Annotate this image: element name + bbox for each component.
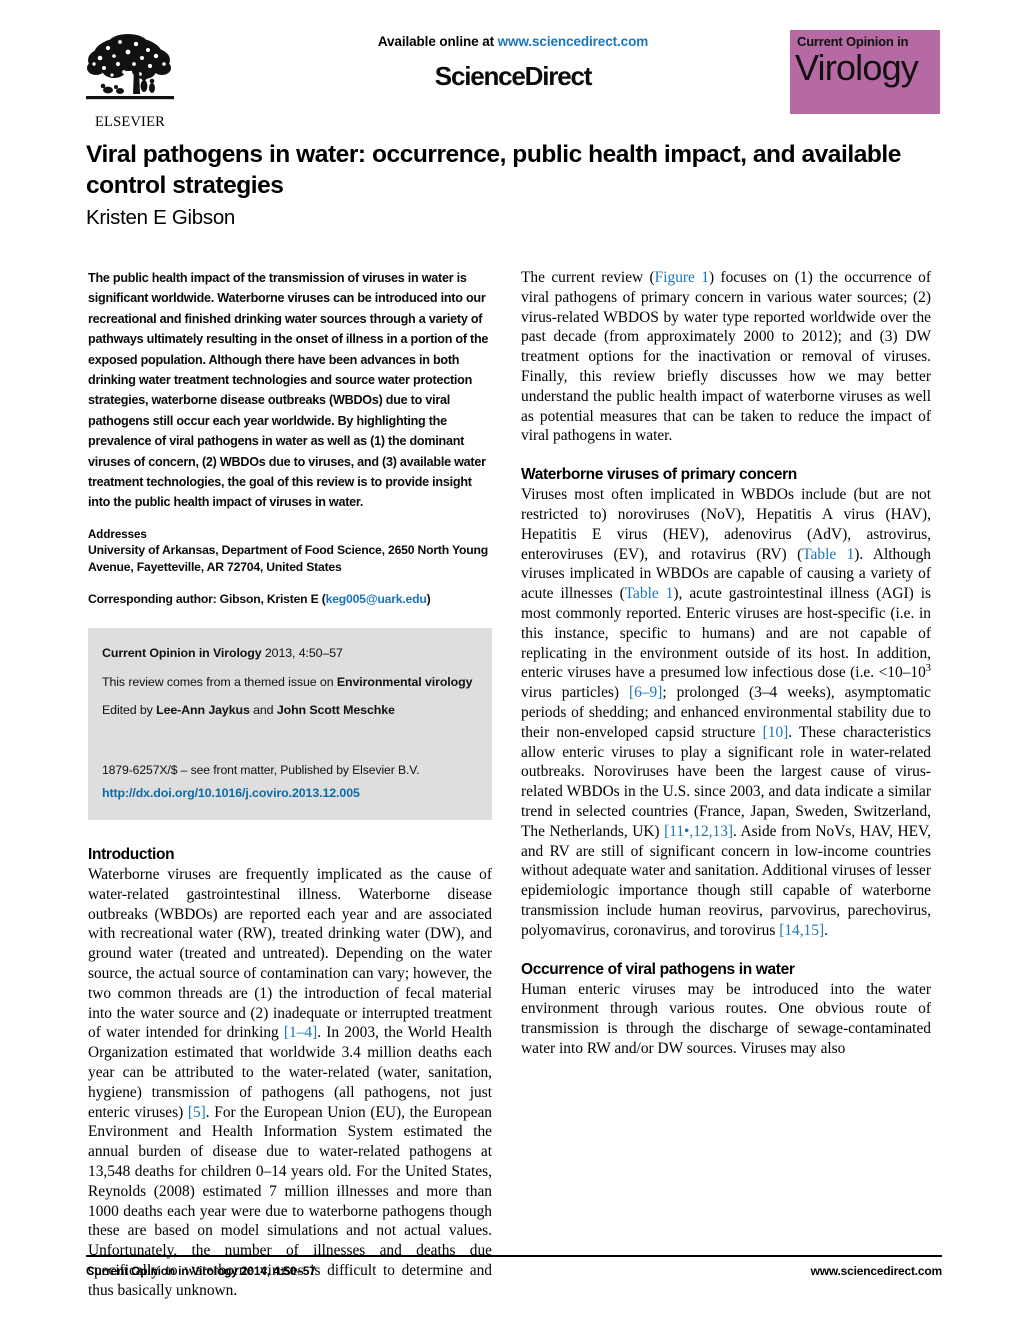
footer-journal-name: Current Opinion in Virology [86, 1264, 238, 1278]
editors-line: Edited by Lee-Ann Jaykus and John Scott … [102, 701, 478, 720]
intro-p2-part-a: The current review ( [521, 269, 655, 286]
intro-paragraph-2: The current review (Figure 1) focuses on… [521, 268, 931, 446]
citation-ref-14-15[interactable]: [14,15] [779, 922, 824, 939]
corresponding-author-suffix: ) [426, 592, 431, 607]
editor-name-1: Lee-Ann Jaykus [156, 702, 250, 717]
infectious-dose-exponent: 3 [925, 663, 931, 675]
masthead: ELSEVIER Available online at www.science… [78, 26, 940, 136]
footer-sciencedirect-url[interactable]: www.sciencedirect.com [811, 1264, 943, 1278]
wv-part-h: . [824, 921, 828, 939]
title-block: Viral pathogens in water: occurrence, pu… [86, 140, 942, 230]
citation-ref-1-4[interactable]: [1–4] [284, 1024, 317, 1041]
elsevier-wordmark: ELSEVIER [94, 114, 166, 130]
footer-divider [86, 1255, 942, 1257]
themed-issue-line: This review comes from a themed issue on… [102, 673, 478, 692]
themed-issue-prefix: This review comes from a themed issue on [102, 674, 337, 689]
abstract-text: The public health impact of the transmis… [88, 271, 489, 510]
info-box-spacer [102, 729, 478, 763]
elsevier-tree-icon [86, 34, 174, 100]
article-page: ELSEVIER Available online at www.science… [0, 0, 1020, 1323]
addresses-heading: Addresses [88, 528, 147, 541]
addresses-text: University of Arkansas, Department of Fo… [88, 542, 488, 575]
right-column: The current review (Figure 1) focuses on… [521, 268, 931, 1059]
intro-p2-part-b: ) focuses on (1) the occurrence of viral… [521, 269, 931, 445]
citation-ref-6-9[interactable]: [6–9] [629, 684, 662, 701]
citation-ref-10[interactable]: [10] [763, 724, 789, 741]
section-heading-occurrence: Occurrence of viral pathogens in water [521, 960, 795, 978]
left-column: The public health impact of the transmis… [88, 268, 492, 1311]
corresponding-author-line: Corresponding author: Gibson, Kristen E … [88, 592, 492, 606]
front-matter-line: 1879-6257X/$ – see front matter, Publish… [102, 763, 420, 777]
citation-ref-5[interactable]: [5] [188, 1104, 206, 1121]
themed-issue-name: Environmental virology [336, 674, 473, 689]
occurrence-paragraph: Human enteric viruses may be introduced … [521, 980, 931, 1057]
waterborne-viruses-paragraph: Viruses most often implicated in WBDOs i… [521, 485, 931, 940]
editors-conjunction: and [249, 702, 277, 717]
citation-journal-name: Current Opinion in Virology [102, 646, 262, 661]
sciencedirect-wordmark: ScienceDirect [434, 61, 593, 91]
table-1-link-b[interactable]: Table 1 [625, 585, 674, 602]
figure-1-link[interactable]: Figure 1 [655, 269, 709, 286]
editor-name-2: John Scott Meschke [276, 702, 395, 717]
corresponding-author-email-link[interactable]: keg005@uark.edu [326, 592, 427, 606]
footer-row: Current Opinion in Virology 2014, 4:50–5… [86, 1264, 942, 1278]
wv-part-d: virus particles) [521, 684, 630, 702]
intro-paragraph-1: Waterborne viruses are frequently implic… [88, 865, 492, 1301]
available-online-label: Available online at [377, 34, 498, 49]
wv-part-g: . Aside from NoVs, HAV, HEV, and RV are … [521, 822, 931, 939]
section-heading-waterborne-viruses: Waterborne viruses of primary concern [521, 466, 797, 484]
sciencedirect-block: Available online at www.sciencedirect.co… [278, 34, 748, 92]
page-title: Viral pathogens in water: occurrence, pu… [86, 141, 901, 199]
elsevier-logo: ELSEVIER [78, 28, 182, 136]
citation-ref-11-13[interactable]: [11•,12,13] [664, 823, 733, 840]
journal-info-box: Current Opinion in Virology 2013, 4:50–5… [88, 628, 492, 820]
table-1-link-a[interactable]: Table 1 [802, 546, 854, 563]
footer-volume-pages: 2014, 4:50–57 [237, 1264, 316, 1278]
intro-p1-part-a: Waterborne viruses are frequently implic… [88, 866, 492, 1042]
available-online-line: Available online at www.sciencedirect.co… [278, 34, 748, 49]
footer-citation: Current Opinion in Virology 2014, 4:50–5… [86, 1264, 316, 1278]
edited-by-label: Edited by [102, 702, 157, 717]
sciencedirect-url-link[interactable]: www.sciencedirect.com [498, 34, 649, 49]
section-heading-introduction: Introduction [88, 846, 175, 863]
author-list: Kristen E Gibson [86, 205, 236, 229]
corresponding-author-prefix: Corresponding author: Gibson, Kristen E … [88, 592, 326, 607]
page-footer: Current Opinion in Virology 2014, 4:50–5… [86, 1255, 942, 1278]
journal-badge: Current Opinion in Virology [790, 30, 940, 114]
journal-badge-title: Virology [795, 47, 919, 88]
citation-line: Current Opinion in Virology 2013, 4:50–5… [102, 644, 478, 663]
doi-link[interactable]: http://dx.doi.org/10.1016/j.coviro.2013.… [102, 786, 478, 800]
citation-volume-pages: 2013, 4:50–57 [261, 646, 343, 661]
